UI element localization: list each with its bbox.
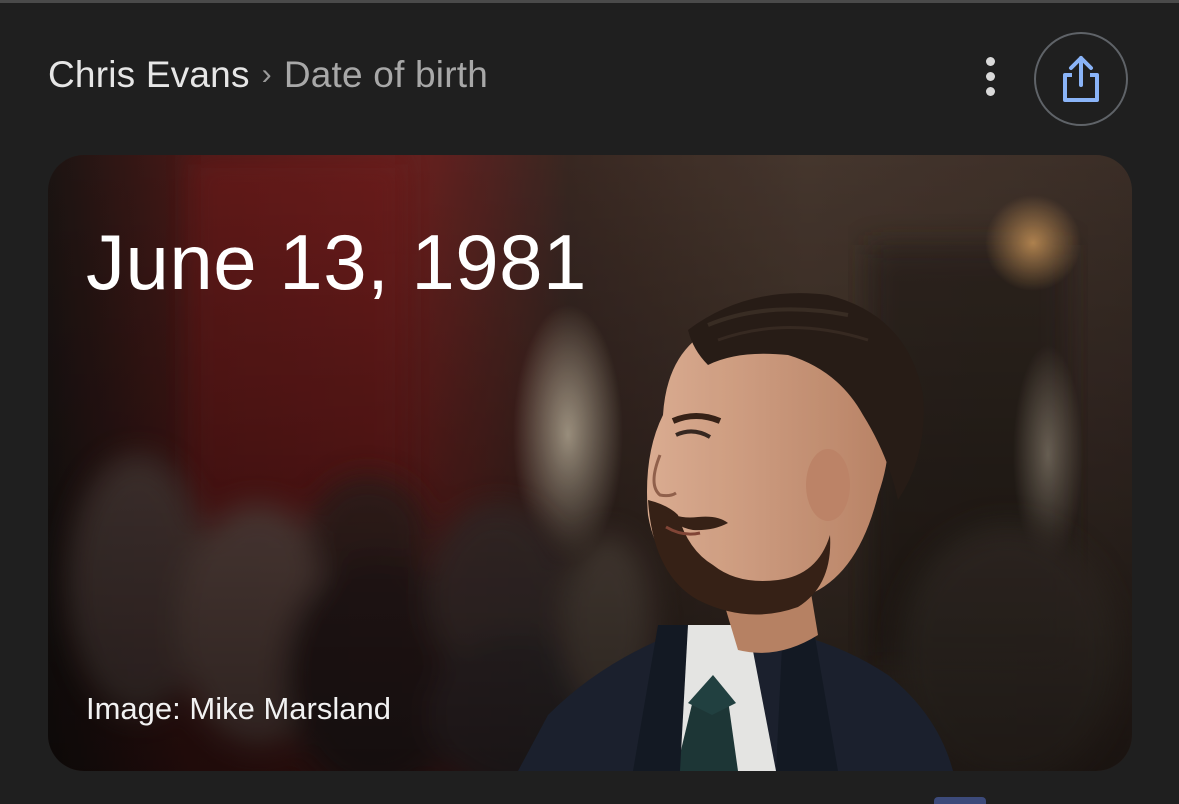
more-options-button[interactable] <box>968 52 1012 100</box>
breadcrumb-root-link[interactable]: Chris Evans <box>48 54 250 96</box>
share-button[interactable] <box>1034 32 1128 126</box>
image-credit: Image: Mike Marsland <box>86 691 391 726</box>
next-card-peek <box>934 797 986 804</box>
breadcrumb-separator: › <box>261 58 272 91</box>
more-vert-icon-dot <box>985 71 995 81</box>
breadcrumb-current: Date of birth <box>283 54 489 95</box>
breadcrumb: Chris Evans › Date of birth <box>48 50 488 100</box>
top-divider <box>0 0 1179 3</box>
more-vert-icon-dot <box>985 86 995 96</box>
share-icon <box>1063 56 1099 102</box>
birth-date-text: June 13, 1981 <box>86 218 587 306</box>
more-vert-icon <box>985 56 995 66</box>
date-of-birth-card[interactable]: June 13, 1981 Image: Mike Marsland <box>48 155 1132 771</box>
